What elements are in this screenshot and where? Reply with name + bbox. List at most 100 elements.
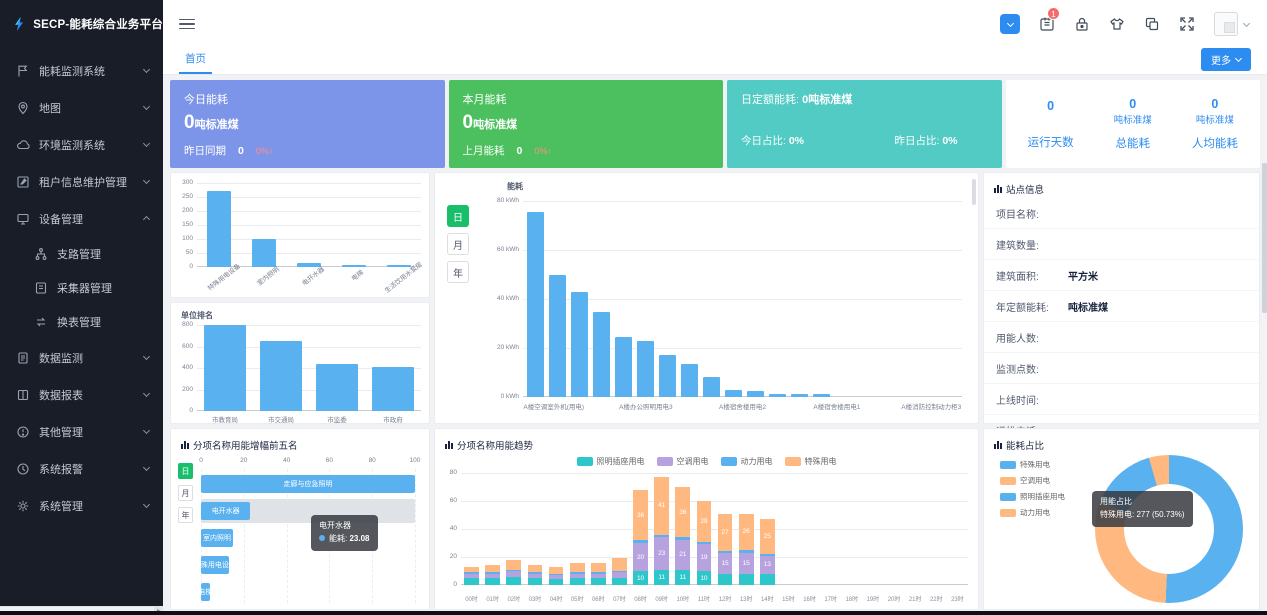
sidebar-item-7[interactable]: 其他管理 xyxy=(0,413,163,450)
windows-copy-icon[interactable] xyxy=(1144,16,1160,32)
x-tick-label: 09时 xyxy=(655,597,668,603)
x-label-slot: 电开水器 xyxy=(286,270,331,280)
x-tick-label: A楼宿舍楼用电2 xyxy=(719,401,766,411)
sidebar-item-1[interactable]: 地图 xyxy=(0,89,163,126)
sidebar-item-3[interactable]: 租户信息维护管理 xyxy=(0,163,163,200)
menu-collapse-icon[interactable] xyxy=(179,16,195,33)
x-tick-label: A楼办公照明用电3 xyxy=(619,401,672,411)
y-tick-label: 800 xyxy=(173,321,193,328)
stack-slot xyxy=(841,473,862,585)
y-tick-label: 60 kWh xyxy=(481,246,519,253)
x-tick-label: 01时 xyxy=(486,597,499,603)
stack-segment: 19 xyxy=(697,544,712,571)
chart-plot: 020406080100走廊与应急照明电开水器室内照明特殊用电设备电梯 xyxy=(201,457,415,603)
sidebar-item-label: 环境监测系统 xyxy=(39,137,144,153)
chevron-up-icon xyxy=(143,216,150,223)
sidebar-item-label: 地图 xyxy=(39,100,144,116)
chevron-down-icon xyxy=(143,353,150,360)
year-button[interactable]: 年 xyxy=(178,507,193,523)
stack-segment: 13 xyxy=(760,556,775,574)
segment-value: 29 xyxy=(700,518,707,525)
year-button[interactable]: 年 xyxy=(447,261,469,283)
user-menu[interactable] xyxy=(1214,12,1249,36)
legend-item[interactable]: 动力用电 xyxy=(721,456,773,467)
legend-item[interactable]: 照明插座用电 xyxy=(577,456,645,467)
sidebar-item-label: 租户信息维护管理 xyxy=(39,174,144,190)
legend-item[interactable]: 空调用电 xyxy=(657,456,709,467)
stack-segment xyxy=(570,563,585,573)
legend-item[interactable]: 动力用电 xyxy=(1000,507,1065,518)
x-tick-label: 12时 xyxy=(719,597,732,603)
page-scrollbar[interactable] xyxy=(1262,75,1267,611)
site-info-label: 用能人数: xyxy=(996,330,1068,345)
month-button[interactable]: 月 xyxy=(447,233,469,255)
segment-value: 15 xyxy=(743,560,750,567)
legend-item[interactable]: 照明插座用电 xyxy=(1000,491,1065,502)
tab-home[interactable]: 首页 xyxy=(179,51,212,74)
y-tick-label: 300 xyxy=(173,179,193,186)
sidebar-item-9[interactable]: 系统管理 xyxy=(0,487,163,524)
stack-segment xyxy=(612,578,627,585)
x-label-slot: 17时 xyxy=(820,588,841,606)
stack-slot: 112341 xyxy=(651,473,672,585)
theme-shirt-icon[interactable] xyxy=(1109,16,1125,32)
bar: 走廊与应急照明 xyxy=(201,475,415,493)
card-subtext: 上月能耗00%↑ xyxy=(463,143,710,158)
bar xyxy=(207,191,231,267)
avatar[interactable] xyxy=(1214,12,1238,36)
x-tick-label: 21时 xyxy=(909,597,922,603)
sidebar-item-5[interactable]: 数据监测 xyxy=(0,339,163,376)
sidebar-subitem-4-2[interactable]: 换表管理 xyxy=(0,305,163,339)
x-tick-label: 05时 xyxy=(571,597,584,603)
legend-label: 特殊用电 xyxy=(1020,459,1050,470)
bar: 特殊用电设备 xyxy=(201,556,229,574)
segment-value: 20 xyxy=(637,554,644,561)
message-icon[interactable]: 1 xyxy=(1039,16,1055,32)
fullscreen-icon[interactable] xyxy=(1179,16,1195,32)
sidebar-item-0[interactable]: 能耗监测系统 xyxy=(0,52,163,89)
card-value: 0吨标准煤 xyxy=(463,112,710,134)
panel-scrollbar[interactable] xyxy=(972,179,976,205)
panel-title: 分项名称用能增幅前五名 xyxy=(171,429,429,454)
site-info-list: 项目名称:建筑数量:建筑面积:平方米年定额能耗:吨标准煤用能人数:监测点数:上线… xyxy=(984,198,1259,446)
bar xyxy=(813,394,830,397)
chevron-down-icon xyxy=(143,140,150,147)
change-indicator: 0%↑ xyxy=(256,146,274,156)
legend-item[interactable]: 特殊用电 xyxy=(785,456,837,467)
app-switch-icon[interactable] xyxy=(1000,14,1020,34)
day-button[interactable]: 日 xyxy=(178,463,193,479)
legend-item[interactable]: 空调用电 xyxy=(1000,475,1065,486)
x-labels: 市教育局市交通局市监委市政府 xyxy=(197,414,421,424)
rank-top5-chart: 300250200150100500特殊用电设备室内照明电开水器电梯生活饮用水泵… xyxy=(170,172,430,298)
month-button[interactable]: 月 xyxy=(178,485,193,501)
sidebar-subitem-4-0[interactable]: 支路管理 xyxy=(0,237,163,271)
stack-slot: 1526 xyxy=(736,473,757,585)
more-button[interactable]: 更多 xyxy=(1201,48,1251,71)
lock-icon[interactable] xyxy=(1074,16,1090,32)
sidebar-item-8[interactable]: 系统报警 xyxy=(0,450,163,487)
stack-segment xyxy=(549,579,564,585)
bar xyxy=(316,364,358,411)
day-button[interactable]: 日 xyxy=(447,205,469,227)
x-labels: 00时01时02时03时04时05时06时07时08时09时10时11时12时1… xyxy=(461,588,968,606)
sidebar-item-4[interactable]: 设备管理 xyxy=(0,200,163,237)
y-tick-label: 0 xyxy=(173,263,193,270)
legend-item[interactable]: 特殊用电 xyxy=(1000,459,1065,470)
card-title: 日定额能耗: 0吨标准煤 xyxy=(741,91,988,107)
y-tick-label: 0 xyxy=(173,407,193,414)
x-label-slot: 05时 xyxy=(567,588,588,606)
x-tick-label: 电开水器 xyxy=(299,264,326,288)
legend-swatch xyxy=(721,457,737,466)
scrollbar-thumb[interactable] xyxy=(1262,163,1267,313)
sidebar-item-6[interactable]: 数据报表 xyxy=(0,376,163,413)
stack-segment: 36 xyxy=(633,490,648,540)
stack-segment: 29 xyxy=(697,501,712,542)
stack-segment: 15 xyxy=(718,553,733,574)
sidebar-item-2[interactable]: 环境监测系统 xyxy=(0,126,163,163)
x-tick-label: 10时 xyxy=(676,597,689,603)
stack-slot: 1527 xyxy=(715,473,736,585)
bar xyxy=(593,312,610,397)
x-tick-label: 18时 xyxy=(845,597,858,603)
sidebar-subitem-4-1[interactable]: 采集器管理 xyxy=(0,271,163,305)
x-label-slot: 市政府 xyxy=(365,414,421,424)
